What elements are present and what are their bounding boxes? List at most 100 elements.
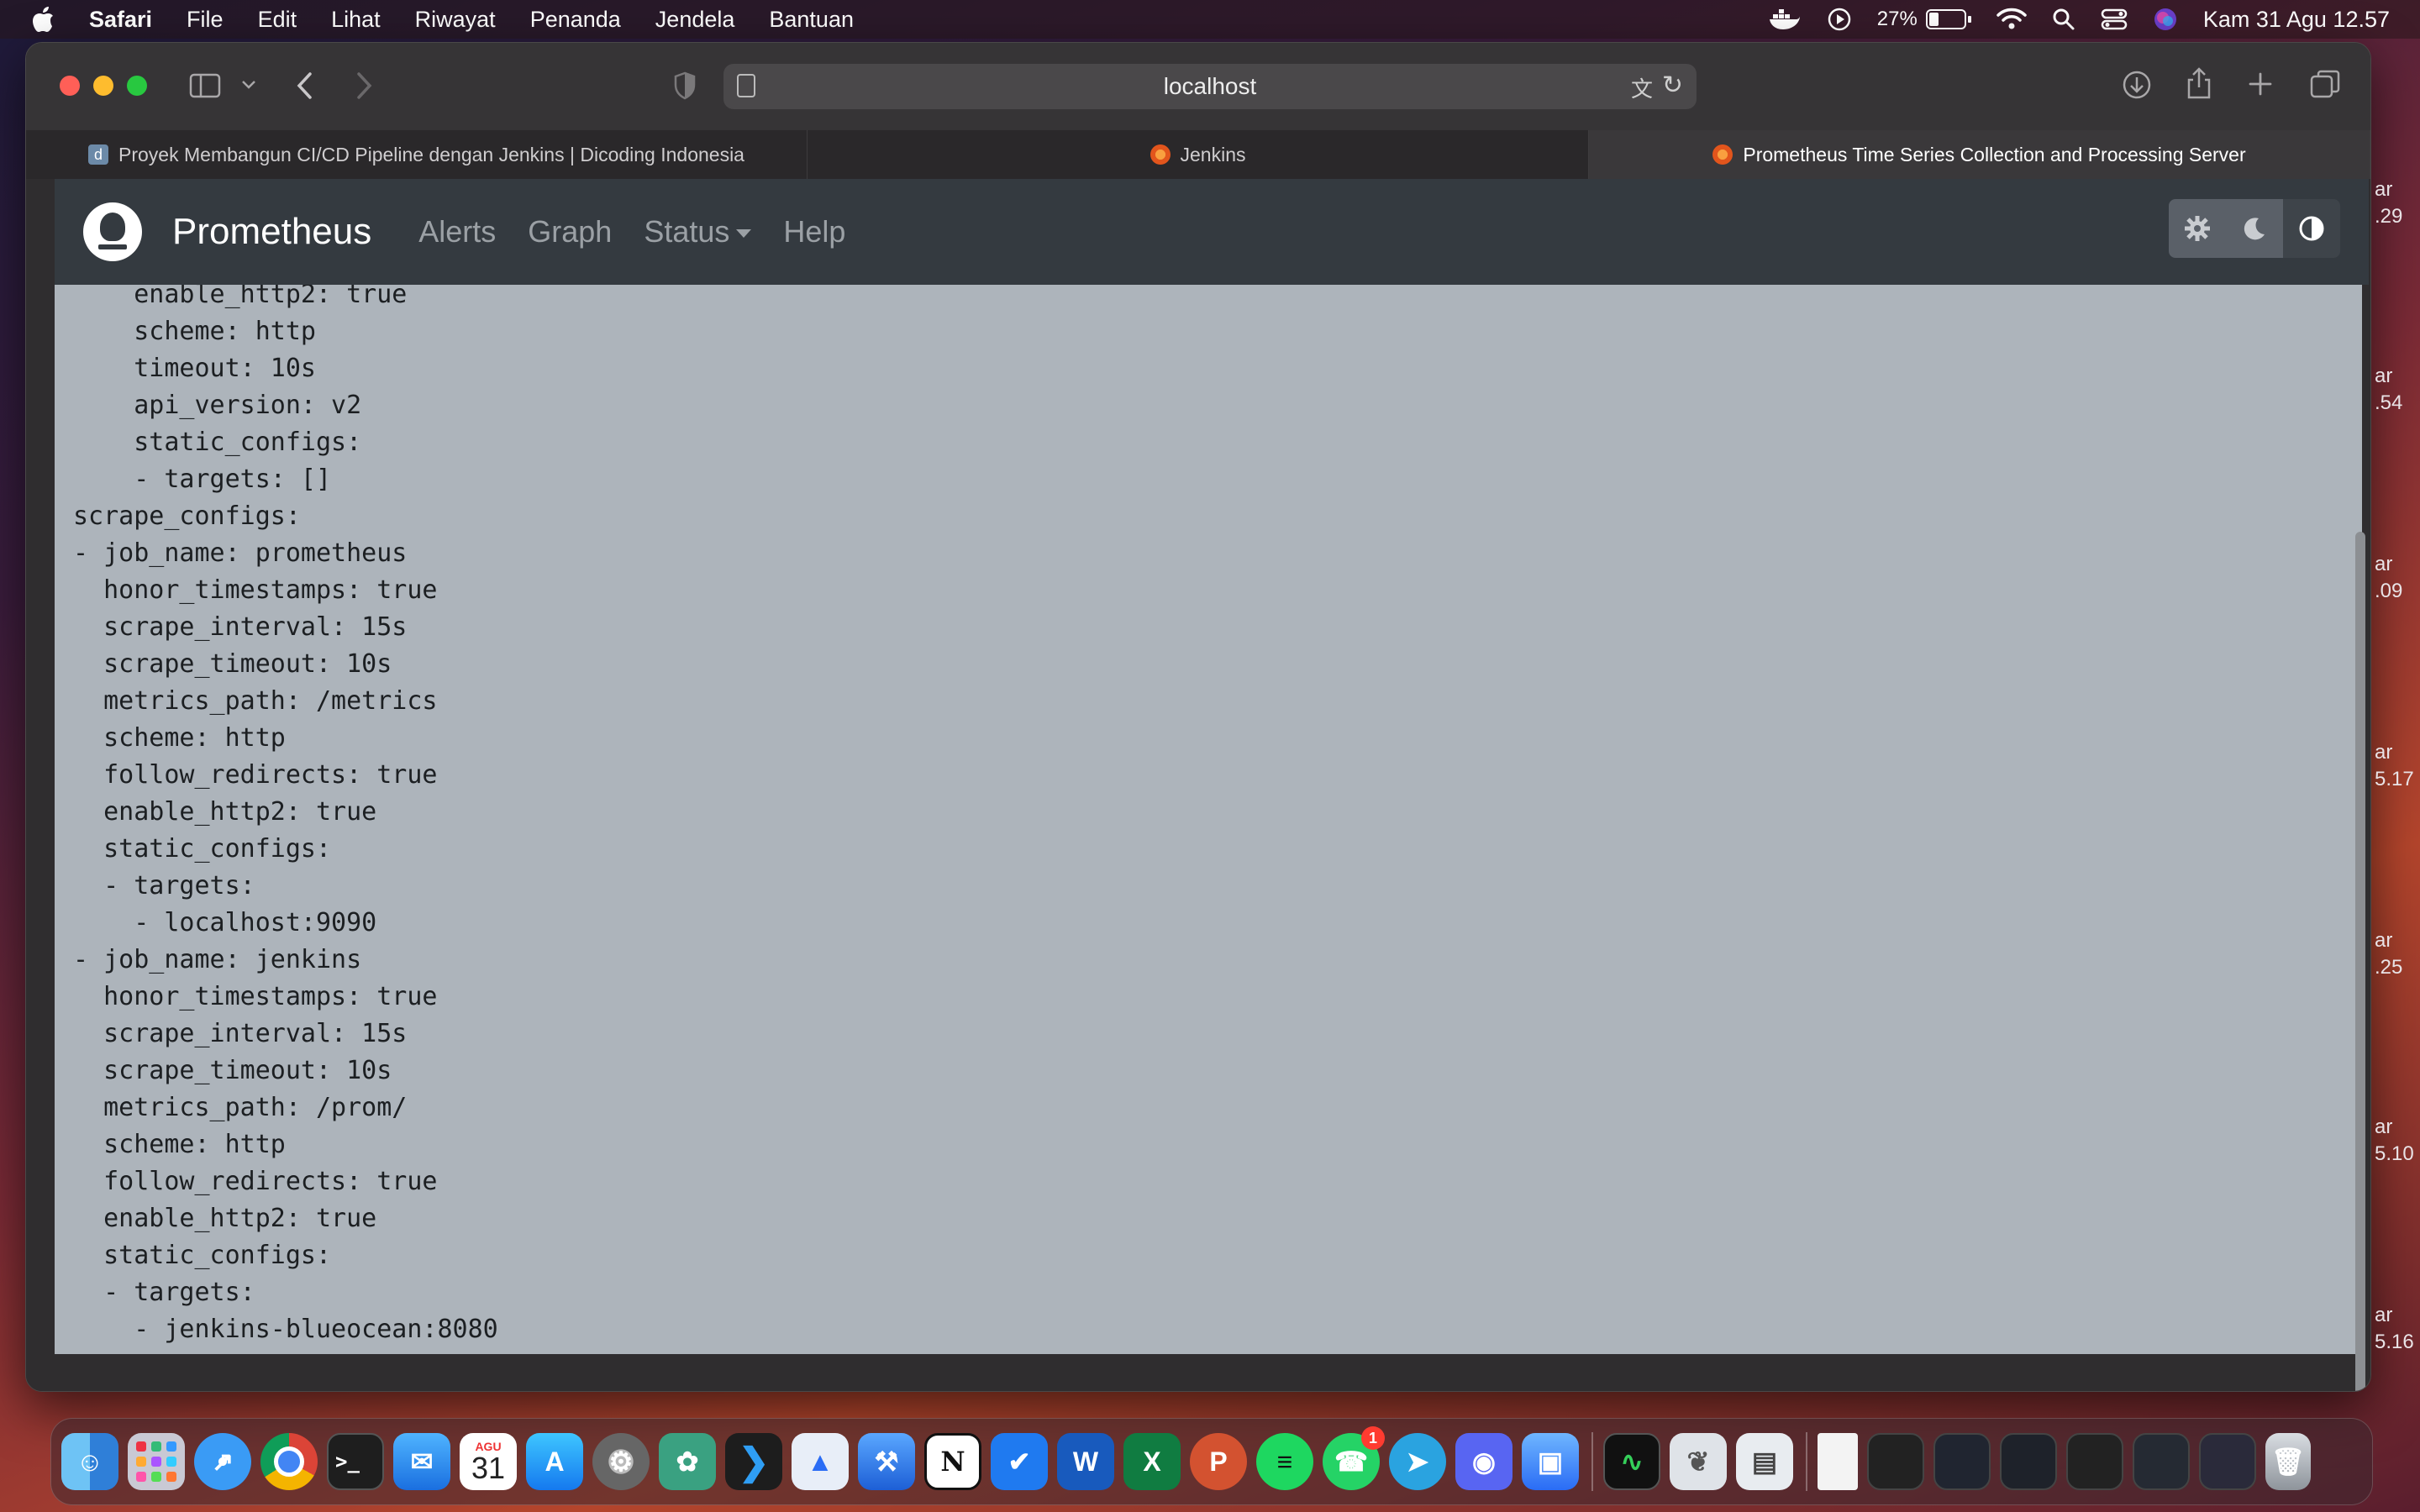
dock-separator	[1806, 1432, 1807, 1491]
app-store-icon[interactable]: A	[526, 1433, 583, 1490]
browser-toolbar: localhost 文 ↻	[26, 43, 2370, 130]
mail-icon[interactable]: ✉	[393, 1433, 450, 1490]
word-icon[interactable]: W	[1057, 1433, 1114, 1490]
battery-icon	[1925, 9, 1966, 29]
grafana-icon	[1150, 144, 1171, 165]
finder-icon[interactable]: ☺	[61, 1433, 118, 1490]
preview-icon[interactable]: ❦	[1670, 1433, 1727, 1490]
window-thumb-icon[interactable]	[2199, 1433, 2256, 1490]
trash-icon[interactable]: 🗑	[2265, 1433, 2311, 1490]
chrome-icon[interactable]	[260, 1433, 318, 1490]
window-thumb-icon[interactable]	[2000, 1433, 2057, 1490]
privacy-shield-icon[interactable]	[673, 71, 697, 100]
edge-text-item: ar 5.10	[2375, 1116, 2414, 1165]
page-scrollbar[interactable]	[2355, 532, 2365, 1391]
image-capture-icon[interactable]: ▤	[1736, 1433, 1793, 1490]
activity-monitor-icon[interactable]: ∿	[1603, 1433, 1660, 1490]
window-thumb-icon[interactable]	[2133, 1433, 2190, 1490]
menu-help[interactable]: Bantuan	[769, 7, 854, 33]
menu-bookmarks[interactable]: Penanda	[530, 7, 621, 33]
zoom-window-button[interactable]	[127, 76, 147, 96]
battery-indicator[interactable]: 27%	[1877, 8, 1971, 31]
menu-file[interactable]: File	[187, 7, 224, 33]
nav-help[interactable]: Help	[783, 214, 845, 249]
document-thumb-icon[interactable]	[1818, 1433, 1858, 1490]
tab-label: Proyek Membangun CI/CD Pipeline dengan J…	[118, 143, 744, 165]
tab-bar: d Proyek Membangun CI/CD Pipeline dengan…	[26, 130, 2370, 179]
window-thumb-icon[interactable]	[1933, 1433, 1991, 1490]
excel-icon[interactable]: X	[1123, 1433, 1181, 1490]
simulator-icon[interactable]: ▣	[1522, 1433, 1579, 1490]
nav-status-dropdown[interactable]: Status	[644, 214, 752, 249]
dark-theme-button[interactable]	[2226, 199, 2283, 258]
tab-overview-icon[interactable]	[2310, 70, 2340, 98]
docker-icon[interactable]	[1768, 8, 1802, 31]
configuration-yaml-panel[interactable]: enable_http2: true scheme: http timeout:…	[55, 285, 2369, 1354]
safari-window: localhost 文 ↻ d Proyek Membangun CI/CD P…	[25, 42, 2371, 1392]
system-settings-icon[interactable]: ⚙	[592, 1433, 650, 1490]
sidebar-toggle-icon[interactable]	[189, 73, 221, 98]
menu-window[interactable]: Jendela	[655, 7, 735, 33]
tasks-icon[interactable]: ✔	[991, 1433, 1048, 1490]
spotify-icon[interactable]: ≡	[1256, 1433, 1313, 1490]
clock[interactable]: Kam 31 Agu 12.57	[2203, 7, 2390, 33]
xcode-icon[interactable]: ⚒	[858, 1433, 915, 1490]
calendar-day: 31	[471, 1451, 506, 1485]
apple-logo-icon[interactable]	[30, 5, 55, 34]
menu-history[interactable]: Riwayat	[415, 7, 496, 33]
back-icon[interactable]	[295, 71, 313, 100]
share-icon[interactable]	[2186, 66, 2212, 100]
light-theme-button[interactable]	[2169, 199, 2226, 258]
telegram-icon[interactable]: ➤	[1389, 1433, 1446, 1490]
web-page: Prometheus Alerts Graph Status Help enab…	[26, 179, 2370, 1391]
chevron-down-icon[interactable]	[241, 80, 256, 90]
terminal-icon[interactable]: >_	[327, 1433, 384, 1490]
play-circle-icon[interactable]	[1827, 7, 1852, 32]
prometheus-navbar: Prometheus Alerts Graph Status Help	[55, 179, 2369, 285]
xcode-instruments-icon[interactable]: ▲	[792, 1433, 849, 1490]
brand-title[interactable]: Prometheus	[172, 211, 371, 253]
address-bar[interactable]: localhost 文 ↻	[723, 64, 1697, 109]
auto-theme-button[interactable]	[2283, 199, 2340, 258]
tab-dicoding[interactable]: d Proyek Membangun CI/CD Pipeline dengan…	[26, 130, 808, 179]
chatgpt-icon[interactable]: ✿	[659, 1433, 716, 1490]
reload-icon[interactable]: ↻	[1662, 71, 1683, 100]
close-window-button[interactable]	[60, 76, 80, 96]
notion-icon[interactable]: N	[924, 1433, 981, 1490]
nav-graph[interactable]: Graph	[528, 214, 612, 249]
edge-text-item: ar .54	[2375, 365, 2403, 414]
menu-edit[interactable]: Edit	[258, 7, 297, 33]
menu-items: Safari File Edit Lihat Riwayat Penanda J…	[89, 7, 888, 33]
menu-app-safari[interactable]: Safari	[89, 7, 152, 33]
wifi-icon[interactable]	[1996, 8, 2027, 31]
menu-view[interactable]: Lihat	[331, 7, 381, 33]
battery-percent: 27%	[1876, 8, 1918, 30]
tab-jenkins[interactable]: Jenkins	[808, 130, 1589, 179]
safari-icon[interactable]: ↗	[194, 1433, 251, 1490]
calendar-icon[interactable]: AGU 31	[460, 1433, 517, 1490]
launchpad-icon[interactable]	[128, 1433, 185, 1490]
tab-prometheus[interactable]: Prometheus Time Series Collection and Pr…	[1589, 130, 2370, 179]
vscode-icon[interactable]: ❯	[725, 1433, 782, 1490]
edge-text-item: ar 5.16	[2375, 1304, 2414, 1353]
window-thumb-icon[interactable]	[1867, 1433, 1924, 1490]
downloads-icon[interactable]	[2122, 70, 2152, 100]
page-menu-icon[interactable]	[737, 74, 755, 97]
new-tab-icon[interactable]	[2248, 71, 2273, 97]
edge-text-item: ar 5.17	[2375, 741, 2414, 790]
whatsapp-icon[interactable]: ☎ 1	[1323, 1426, 1385, 1490]
window-thumb-icon[interactable]	[2066, 1433, 2123, 1490]
minimize-window-button[interactable]	[93, 76, 113, 96]
spotlight-search-icon[interactable]	[2052, 8, 2075, 31]
menu-bar: Safari File Edit Lihat Riwayat Penanda J…	[0, 0, 2420, 39]
control-center-icon[interactable]	[2101, 8, 2128, 31]
dicoding-icon: d	[88, 144, 109, 165]
translate-icon[interactable]: 文	[1631, 72, 1653, 103]
powerpoint-icon[interactable]: P	[1190, 1433, 1247, 1490]
siri-icon[interactable]	[2153, 7, 2178, 32]
discord-icon[interactable]: ◉	[1455, 1433, 1512, 1490]
nav-alerts[interactable]: Alerts	[418, 214, 496, 249]
prometheus-logo-icon[interactable]	[83, 202, 142, 261]
gear-icon	[2185, 216, 2210, 241]
forward-icon[interactable]	[355, 71, 374, 100]
